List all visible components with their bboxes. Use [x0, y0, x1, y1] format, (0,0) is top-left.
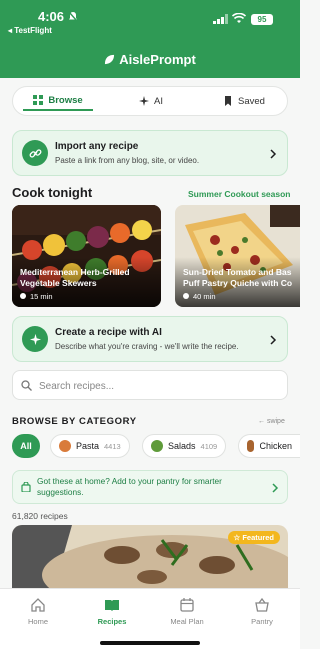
status-bar: 4:06 ◂ TestFlight 95 — [0, 0, 300, 40]
recipe-time: 40 min — [183, 292, 216, 301]
wifi-icon — [232, 13, 246, 23]
leaf-icon — [105, 54, 115, 65]
basket-icon — [255, 597, 269, 612]
tab-home[interactable]: Home — [8, 597, 68, 626]
pasta-icon — [59, 440, 71, 452]
recipe-title: Sun-Dried Tomato and Bas Puff Pastry Quic… — [183, 267, 293, 288]
book-icon — [105, 600, 119, 611]
swipe-hint: ← swipe — [258, 418, 285, 425]
pantry-text: Got these at home? Add to your pantry fo… — [37, 476, 222, 497]
tab-recipes[interactable]: Recipes — [82, 597, 142, 626]
category-chip-salads[interactable]: Salads 4109 — [142, 434, 227, 458]
category-chip-chicken[interactable]: Chicken — [238, 434, 300, 458]
ai-card-subtitle: Describe what you're craving - we'll wri… — [55, 342, 239, 351]
create-ai-recipe-card[interactable]: Create a recipe with AI Describe what yo… — [12, 316, 288, 362]
search-input[interactable] — [39, 377, 279, 395]
featured-badge: ☆ Featured — [227, 531, 280, 544]
recipe-count: 61,820 recipes — [12, 511, 68, 521]
season-link[interactable]: Summer Cookout season — [188, 189, 291, 199]
shopping-bag-icon — [21, 482, 31, 492]
bell-muted-icon — [68, 11, 78, 22]
featured-recipe-card[interactable]: ☆ Featured — [12, 525, 288, 595]
view-switcher: Browse AI Saved — [12, 86, 288, 116]
bookmark-icon — [225, 96, 232, 106]
search-bar — [12, 370, 288, 400]
sparkle-icon — [139, 96, 149, 106]
signal-icon — [213, 14, 228, 24]
chicken-icon — [247, 440, 255, 452]
chevron-right-icon — [272, 483, 279, 493]
home-indicator — [100, 641, 200, 645]
recipe-time: 15 min — [20, 292, 53, 301]
recipe-card-skewers[interactable]: Mediterranean Herb-Grilled Vegetable Skew… — [12, 205, 161, 307]
tab-saved[interactable]: Saved — [209, 91, 279, 111]
sparkle-icon — [22, 326, 48, 352]
pantry-suggestion-card[interactable]: Got these at home? Add to your pantry fo… — [12, 470, 288, 504]
bottom-tab-bar: Home Recipes Meal Plan Pantry — [0, 588, 300, 649]
link-icon — [22, 140, 48, 166]
chevron-right-icon — [270, 149, 277, 159]
home-icon — [31, 598, 45, 612]
app-title: AislePrompt — [0, 52, 300, 67]
tab-browse[interactable]: Browse — [23, 91, 93, 111]
recipe-card-quiche[interactable]: Sun-Dried Tomato and Bas Puff Pastry Quic… — [175, 205, 300, 307]
import-recipe-card[interactable]: Import any recipe Paste a link from any … — [12, 130, 288, 176]
category-chip-pasta[interactable]: Pasta 4413 — [50, 434, 130, 458]
salad-icon — [151, 440, 163, 452]
import-subtitle: Paste a link from any blog, site, or vid… — [55, 156, 200, 165]
tab-pantry[interactable]: Pantry — [232, 597, 292, 626]
tab-meal-plan[interactable]: Meal Plan — [157, 597, 217, 626]
testflight-back-link[interactable]: ◂ TestFlight — [8, 26, 52, 35]
category-chip-all[interactable]: All — [12, 434, 40, 458]
grid-icon — [33, 95, 44, 105]
category-heading: BROWSE BY CATEGORY — [12, 416, 137, 427]
search-icon — [21, 380, 32, 391]
cook-tonight-heading: Cook tonight — [12, 185, 93, 200]
tab-ai[interactable]: AI — [116, 91, 186, 111]
calendar-icon — [180, 598, 194, 612]
chevron-right-icon — [270, 335, 277, 345]
recipe-title: Mediterranean Herb-Grilled Vegetable Skew… — [20, 267, 130, 288]
battery-indicator: 95 — [251, 14, 273, 25]
import-title: Import any recipe — [55, 141, 139, 152]
status-time: 4:06 — [38, 9, 65, 24]
ai-card-title: Create a recipe with AI — [55, 327, 162, 338]
